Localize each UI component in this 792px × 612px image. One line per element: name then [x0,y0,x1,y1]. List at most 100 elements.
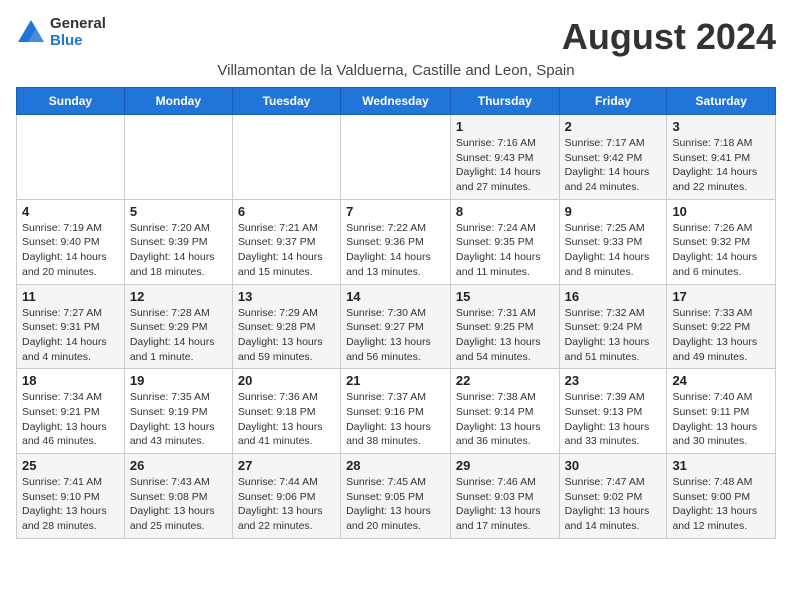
column-header-wednesday: Wednesday [341,88,451,115]
day-number: 31 [672,458,770,473]
day-detail: Sunrise: 7:35 AMSunset: 9:19 PMDaylight:… [130,390,227,449]
column-header-sunday: Sunday [17,88,125,115]
calendar-cell [341,115,451,200]
day-number: 14 [346,289,445,304]
day-number: 8 [456,204,554,219]
day-number: 30 [565,458,662,473]
calendar-week-1: 1 Sunrise: 7:16 AMSunset: 9:43 PMDaylight… [17,115,776,200]
calendar-cell: 11Sunrise: 7:27 AMSunset: 9:31 PMDayligh… [17,284,125,369]
day-detail: Sunrise: 7:25 AMSunset: 9:33 PMDaylight:… [565,221,662,280]
calendar-header-row: SundayMondayTuesdayWednesdayThursdayFrid… [17,88,776,115]
day-detail: Sunrise: 7:18 AMSunset: 9:41 PMDaylight:… [672,136,770,195]
day-number: 11 [22,289,119,304]
calendar-cell: 3 Sunrise: 7:18 AMSunset: 9:41 PMDaylight… [667,115,776,200]
logo-general: General [50,16,106,33]
page-header: General Blue August 2024 [16,16,776,58]
logo-blue: Blue [50,33,106,50]
day-number: 2 [565,119,662,134]
calendar-week-3: 11Sunrise: 7:27 AMSunset: 9:31 PMDayligh… [17,284,776,369]
day-number: 12 [130,289,227,304]
day-detail: Sunrise: 7:17 AMSunset: 9:42 PMDaylight:… [565,136,662,195]
calendar-cell: 10 Sunrise: 7:26 AMSunset: 9:32 PMDayligh… [667,199,776,284]
calendar-week-4: 18 Sunrise: 7:34 AMSunset: 9:21 PMDayligh… [17,369,776,454]
month-title: August 2024 [562,16,776,58]
day-detail: Sunrise: 7:37 AMSunset: 9:16 PMDaylight:… [346,390,445,449]
day-number: 25 [22,458,119,473]
day-detail: Sunrise: 7:44 AMSunset: 9:06 PMDaylight:… [238,475,335,534]
day-number: 28 [346,458,445,473]
logo-text: General Blue [50,16,106,49]
day-detail: Sunrise: 7:30 AMSunset: 9:27 PMDaylight:… [346,306,445,365]
calendar-cell: 31 Sunrise: 7:48 AMSunset: 9:00 PMDayligh… [667,454,776,539]
column-header-tuesday: Tuesday [232,88,340,115]
page-subtitle: Villamontan de la Valduerna, Castille an… [16,62,776,79]
day-number: 22 [456,373,554,388]
calendar-cell: 14 Sunrise: 7:30 AMSunset: 9:27 PMDayligh… [341,284,451,369]
calendar-cell [124,115,232,200]
day-number: 17 [672,289,770,304]
day-detail: Sunrise: 7:26 AMSunset: 9:32 PMDaylight:… [672,221,770,280]
day-detail: Sunrise: 7:20 AMSunset: 9:39 PMDaylight:… [130,221,227,280]
day-detail: Sunrise: 7:40 AMSunset: 9:11 PMDaylight:… [672,390,770,449]
calendar-cell: 15Sunrise: 7:31 AMSunset: 9:25 PMDayligh… [450,284,559,369]
calendar-cell: 27 Sunrise: 7:44 AMSunset: 9:06 PMDayligh… [232,454,340,539]
day-detail: Sunrise: 7:36 AMSunset: 9:18 PMDaylight:… [238,390,335,449]
day-detail: Sunrise: 7:48 AMSunset: 9:00 PMDaylight:… [672,475,770,534]
day-detail: Sunrise: 7:39 AMSunset: 9:13 PMDaylight:… [565,390,662,449]
day-detail: Sunrise: 7:28 AMSunset: 9:29 PMDaylight:… [130,306,227,365]
day-number: 21 [346,373,445,388]
calendar-cell: 19Sunrise: 7:35 AMSunset: 9:19 PMDayligh… [124,369,232,454]
day-number: 1 [456,119,554,134]
calendar-cell: 8Sunrise: 7:24 AMSunset: 9:35 PMDaylight… [450,199,559,284]
day-detail: Sunrise: 7:19 AMSunset: 9:40 PMDaylight:… [22,221,119,280]
day-number: 7 [346,204,445,219]
calendar-cell: 4 Sunrise: 7:19 AMSunset: 9:40 PMDaylight… [17,199,125,284]
calendar-cell: 18 Sunrise: 7:34 AMSunset: 9:21 PMDayligh… [17,369,125,454]
day-detail: Sunrise: 7:45 AMSunset: 9:05 PMDaylight:… [346,475,445,534]
calendar-cell: 17 Sunrise: 7:33 AMSunset: 9:22 PMDayligh… [667,284,776,369]
logo-icon [16,18,46,48]
calendar-cell: 29Sunrise: 7:46 AMSunset: 9:03 PMDayligh… [450,454,559,539]
calendar-cell: 9Sunrise: 7:25 AMSunset: 9:33 PMDaylight… [559,199,667,284]
column-header-monday: Monday [124,88,232,115]
day-detail: Sunrise: 7:34 AMSunset: 9:21 PMDaylight:… [22,390,119,449]
day-detail: Sunrise: 7:21 AMSunset: 9:37 PMDaylight:… [238,221,335,280]
day-number: 4 [22,204,119,219]
day-detail: Sunrise: 7:22 AMSunset: 9:36 PMDaylight:… [346,221,445,280]
day-detail: Sunrise: 7:38 AMSunset: 9:14 PMDaylight:… [456,390,554,449]
calendar-cell: 2 Sunrise: 7:17 AMSunset: 9:42 PMDaylight… [559,115,667,200]
day-detail: Sunrise: 7:46 AMSunset: 9:03 PMDaylight:… [456,475,554,534]
day-number: 15 [456,289,554,304]
calendar-cell [17,115,125,200]
day-number: 10 [672,204,770,219]
day-number: 24 [672,373,770,388]
calendar-cell: 21 Sunrise: 7:37 AMSunset: 9:16 PMDayligh… [341,369,451,454]
day-number: 13 [238,289,335,304]
day-number: 5 [130,204,227,219]
day-detail: Sunrise: 7:41 AMSunset: 9:10 PMDaylight:… [22,475,119,534]
day-number: 18 [22,373,119,388]
day-number: 3 [672,119,770,134]
calendar-cell: 30 Sunrise: 7:47 AMSunset: 9:02 PMDayligh… [559,454,667,539]
day-number: 26 [130,458,227,473]
column-header-saturday: Saturday [667,88,776,115]
day-detail: Sunrise: 7:43 AMSunset: 9:08 PMDaylight:… [130,475,227,534]
calendar-cell: 5 Sunrise: 7:20 AMSunset: 9:39 PMDaylight… [124,199,232,284]
calendar-cell: 25 Sunrise: 7:41 AMSunset: 9:10 PMDayligh… [17,454,125,539]
calendar-cell: 23Sunrise: 7:39 AMSunset: 9:13 PMDayligh… [559,369,667,454]
calendar-cell: 26 Sunrise: 7:43 AMSunset: 9:08 PMDayligh… [124,454,232,539]
day-number: 16 [565,289,662,304]
column-header-thursday: Thursday [450,88,559,115]
day-detail: Sunrise: 7:33 AMSunset: 9:22 PMDaylight:… [672,306,770,365]
calendar-cell: 13Sunrise: 7:29 AMSunset: 9:28 PMDayligh… [232,284,340,369]
calendar-cell: 24 Sunrise: 7:40 AMSunset: 9:11 PMDayligh… [667,369,776,454]
calendar-cell [232,115,340,200]
calendar-cell: 7 Sunrise: 7:22 AMSunset: 9:36 PMDaylight… [341,199,451,284]
calendar-cell: 22 Sunrise: 7:38 AMSunset: 9:14 PMDayligh… [450,369,559,454]
calendar-cell: 12 Sunrise: 7:28 AMSunset: 9:29 PMDayligh… [124,284,232,369]
day-number: 27 [238,458,335,473]
day-detail: Sunrise: 7:47 AMSunset: 9:02 PMDaylight:… [565,475,662,534]
calendar-week-5: 25 Sunrise: 7:41 AMSunset: 9:10 PMDayligh… [17,454,776,539]
day-number: 6 [238,204,335,219]
day-detail: Sunrise: 7:16 AMSunset: 9:43 PMDaylight:… [456,136,554,195]
